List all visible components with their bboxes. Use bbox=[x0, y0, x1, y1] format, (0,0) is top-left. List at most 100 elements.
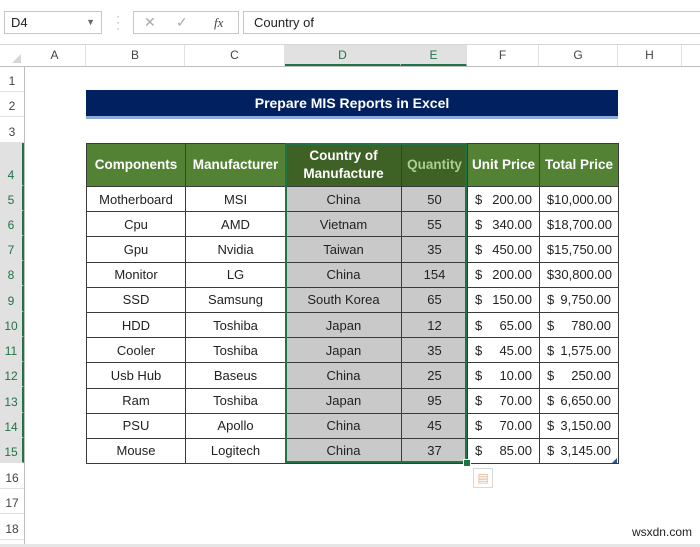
cell-manufacturer[interactable]: Nvidia bbox=[185, 236, 286, 263]
cell-quantity[interactable]: 35 bbox=[401, 337, 468, 364]
cell-total-price[interactable]: $18,700.00 bbox=[539, 211, 619, 238]
row-header[interactable]: 2 bbox=[0, 92, 24, 117]
cell-manufacturer[interactable]: Toshiba bbox=[185, 311, 286, 339]
cell-unit-price[interactable]: $150.00 bbox=[467, 286, 540, 313]
cell-quantity[interactable]: 25 bbox=[401, 362, 468, 389]
cell-manufacturer[interactable]: MSI bbox=[185, 185, 286, 213]
cell-component[interactable]: Ram bbox=[86, 387, 186, 414]
cell-country[interactable]: Japan bbox=[285, 337, 402, 364]
row-header[interactable]: 1 bbox=[0, 66, 24, 92]
formula-input[interactable]: Country of bbox=[243, 11, 700, 34]
row-header[interactable]: 15 bbox=[0, 438, 24, 463]
drag-handle-icon[interactable]: · · · bbox=[115, 10, 121, 34]
cell-component[interactable]: Usb Hub bbox=[86, 362, 186, 389]
cell-total-price[interactable]: $780.00 bbox=[539, 311, 619, 339]
cell-total-price[interactable]: $9,750.00 bbox=[539, 286, 619, 313]
cell-unit-price[interactable]: $200.00 bbox=[467, 185, 540, 213]
cell-component[interactable]: SSD bbox=[86, 286, 186, 313]
cell-country[interactable]: Vietnam bbox=[285, 211, 402, 238]
cell-total-price[interactable]: $15,750.00 bbox=[539, 236, 619, 263]
cell-manufacturer[interactable]: LG bbox=[185, 261, 286, 288]
cell-country[interactable]: China bbox=[285, 185, 402, 213]
cell-unit-price[interactable]: $340.00 bbox=[467, 211, 540, 238]
cell-country[interactable]: Japan bbox=[285, 311, 402, 339]
row-header[interactable]: 8 bbox=[0, 261, 24, 286]
row-header[interactable]: 11 bbox=[0, 337, 24, 362]
row-header[interactable]: 12 bbox=[0, 362, 24, 387]
header-unit-price[interactable]: Unit Price bbox=[467, 143, 540, 187]
cell-total-price[interactable]: $30,800.00 bbox=[539, 261, 619, 288]
row-header[interactable]: 13 bbox=[0, 387, 24, 413]
cell-component[interactable]: Cooler bbox=[86, 337, 186, 364]
cell-manufacturer[interactable]: Toshiba bbox=[185, 337, 286, 364]
report-title[interactable]: Prepare MIS Reports in Excel bbox=[86, 90, 618, 116]
insert-function-icon[interactable]: fx bbox=[214, 15, 223, 31]
cell-manufacturer[interactable]: Baseus bbox=[185, 362, 286, 389]
column-header-c[interactable]: C bbox=[185, 45, 285, 66]
row-header[interactable]: 7 bbox=[0, 236, 24, 261]
column-header-b[interactable]: B bbox=[86, 45, 185, 66]
cell-unit-price[interactable]: $70.00 bbox=[467, 412, 540, 439]
row-header[interactable]: 14 bbox=[0, 413, 24, 438]
cell-quantity[interactable]: 50 bbox=[401, 185, 468, 213]
row-header[interactable]: 3 bbox=[0, 117, 24, 143]
cell-quantity[interactable]: 35 bbox=[401, 236, 468, 263]
row-header[interactable]: 17 bbox=[0, 489, 24, 514]
cell-component[interactable]: PSU bbox=[86, 412, 186, 439]
column-header-g[interactable]: G bbox=[539, 45, 618, 66]
cell-manufacturer[interactable]: Apollo bbox=[185, 412, 286, 439]
cell-country[interactable]: China bbox=[285, 412, 402, 439]
cell-component[interactable]: Gpu bbox=[86, 236, 186, 263]
header-quantity[interactable]: Quantity bbox=[401, 143, 468, 187]
cancel-icon[interactable]: ✕ bbox=[144, 14, 156, 31]
select-all-button[interactable] bbox=[0, 45, 24, 66]
cell-component[interactable]: Cpu bbox=[86, 211, 186, 238]
cell-quantity[interactable]: 95 bbox=[401, 387, 468, 414]
cell-country[interactable]: China bbox=[285, 362, 402, 389]
row-header[interactable]: 6 bbox=[0, 211, 24, 236]
column-header-h[interactable]: H bbox=[618, 45, 682, 66]
row-header[interactable]: 18 bbox=[0, 514, 24, 540]
cell-country[interactable]: South Korea bbox=[285, 286, 402, 313]
header-total-price[interactable]: Total Price bbox=[539, 143, 619, 187]
cell-unit-price[interactable]: $65.00 bbox=[467, 311, 540, 339]
enter-icon[interactable]: ✓ bbox=[176, 14, 188, 31]
table-resize-handle[interactable] bbox=[612, 458, 617, 463]
cell-total-price[interactable]: $10,000.00 bbox=[539, 185, 619, 213]
cell-quantity[interactable]: 154 bbox=[401, 261, 468, 288]
column-header-e[interactable]: E bbox=[401, 45, 467, 66]
cell-country[interactable]: Taiwan bbox=[285, 236, 402, 263]
column-header-f[interactable]: F bbox=[467, 45, 539, 66]
cell-total-price[interactable]: $3,150.00 bbox=[539, 412, 619, 439]
cell-unit-price[interactable]: $200.00 bbox=[467, 261, 540, 288]
cell-total-price[interactable]: $1,575.00 bbox=[539, 337, 619, 364]
cell-total-price[interactable]: $250.00 bbox=[539, 362, 619, 389]
row-header[interactable]: 9 bbox=[0, 286, 24, 312]
cell-total-price[interactable]: $3,145.00 bbox=[539, 437, 619, 465]
cell-quantity[interactable]: 55 bbox=[401, 211, 468, 238]
row-header[interactable]: 4 bbox=[0, 143, 24, 186]
column-header-a[interactable]: A bbox=[24, 45, 86, 66]
cell-country[interactable]: Japan bbox=[285, 387, 402, 414]
cell-quantity[interactable]: 37 bbox=[401, 437, 468, 465]
cell-quantity[interactable]: 45 bbox=[401, 412, 468, 439]
cell-unit-price[interactable]: $45.00 bbox=[467, 337, 540, 364]
cell-quantity[interactable]: 12 bbox=[401, 311, 468, 339]
column-header-d[interactable]: D bbox=[285, 45, 401, 66]
name-box[interactable]: D4 ▼ bbox=[4, 11, 102, 34]
cell-manufacturer[interactable]: Toshiba bbox=[185, 387, 286, 414]
cell-total-price[interactable]: $6,650.00 bbox=[539, 387, 619, 414]
row-header[interactable]: 16 bbox=[0, 463, 24, 489]
cell-component[interactable]: Mouse bbox=[86, 437, 186, 465]
fill-handle[interactable] bbox=[463, 459, 471, 467]
cell-manufacturer[interactable]: Logitech bbox=[185, 437, 286, 465]
cell-unit-price[interactable]: $450.00 bbox=[467, 236, 540, 263]
cell-component[interactable]: Monitor bbox=[86, 261, 186, 288]
header-country[interactable]: Country of Manufacture bbox=[285, 143, 402, 187]
header-components[interactable]: Components bbox=[86, 143, 186, 187]
quick-analysis-icon[interactable]: ▤ bbox=[473, 468, 493, 488]
header-manufacturer[interactable]: Manufacturer bbox=[185, 143, 286, 187]
cell-component[interactable]: Motherboard bbox=[86, 185, 186, 213]
cell-manufacturer[interactable]: AMD bbox=[185, 211, 286, 238]
cell-unit-price[interactable]: $10.00 bbox=[467, 362, 540, 389]
